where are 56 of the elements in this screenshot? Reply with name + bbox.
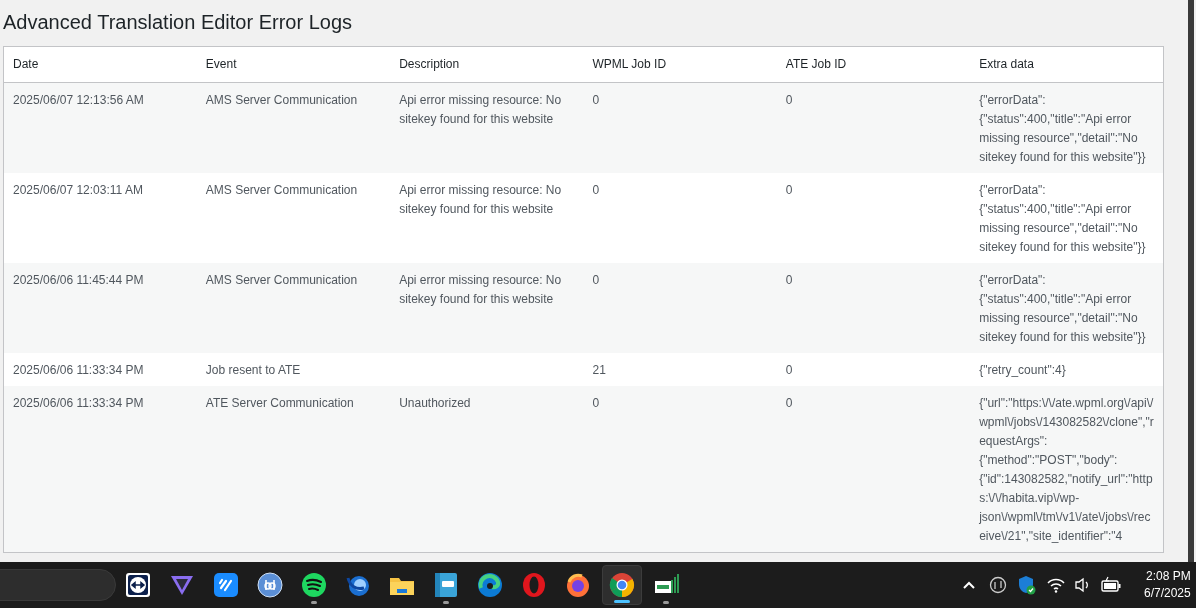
table-cell: {"errorData":{"status":400,"title":"Api error missing resource","detail":"No sitekey found for this website"}} — [970, 82, 1164, 173]
table-cell: 0 — [776, 386, 971, 553]
running-indicator — [614, 600, 630, 603]
table-cell: AMS Server Communication — [196, 263, 391, 353]
slashes-icon[interactable] — [213, 572, 239, 598]
column-header: WPML Job ID — [583, 46, 777, 83]
table-cell: 2025/06/06 11:45:44 PM — [3, 263, 197, 353]
table-cell: AMS Server Communication — [196, 82, 391, 173]
table-cell: {"errorData":{"status":400,"title":"Api error missing resource","detail":"No sitekey found for this website"}} — [970, 173, 1164, 263]
table-cell: 2025/06/07 12:13:56 AM — [3, 82, 197, 173]
scrollbar[interactable] — [1188, 0, 1194, 562]
table-cell: 0 — [583, 263, 777, 353]
column-header: Description — [390, 46, 584, 83]
fox-globe-icon[interactable] — [565, 572, 591, 598]
table-cell: Api error missing resource: No sitekey found for this website — [390, 82, 584, 173]
shield-icon[interactable] — [1016, 574, 1038, 596]
table-cell: 0 — [776, 173, 971, 263]
table-cell: 2025/06/07 12:03:11 AM — [3, 173, 197, 263]
clock-date[interactable]: 6/7/2025 — [1144, 585, 1191, 602]
table-cell: 0 — [583, 82, 777, 173]
search-field[interactable] — [0, 569, 116, 601]
column-header: Extra data — [970, 46, 1164, 83]
table-cell: Job resent to ATE — [196, 353, 391, 386]
notebook-icon[interactable] — [433, 572, 459, 598]
waves-circle-icon[interactable] — [301, 572, 327, 598]
ring-icon[interactable] — [521, 572, 547, 598]
circle-icon[interactable] — [988, 575, 1008, 595]
column-header: Date — [3, 46, 197, 83]
circle-icon[interactable] — [257, 572, 283, 598]
table-cell: Unauthorized — [390, 386, 584, 553]
table-cell: 2025/06/06 11:33:34 PM — [3, 386, 197, 553]
table-cell: Api error missing resource: No sitekey found for this website — [390, 173, 584, 263]
running-indicator — [443, 601, 449, 604]
table-cell: {"errorData":{"status":400,"title":"Api error missing resource","detail":"No sitekey found for this website"}} — [970, 263, 1164, 353]
running-indicator — [311, 601, 317, 604]
table-cell: Api error missing resource: No sitekey found for this website — [390, 263, 584, 353]
table-cell: 2025/06/06 11:33:34 PM — [3, 353, 197, 386]
table-cell: 0 — [583, 386, 777, 553]
running-indicator — [663, 601, 669, 604]
table-cell: 0 — [776, 82, 971, 173]
browser-circle-icon[interactable] — [609, 572, 635, 598]
table-cell: {"retry_count":4} — [970, 353, 1164, 386]
column-header: ATE Job ID — [776, 46, 971, 83]
table-cell: AMS Server Communication — [196, 173, 391, 263]
column-header: Event — [196, 46, 391, 83]
battery-icon[interactable] — [1100, 575, 1122, 595]
table-cell: 0 — [583, 173, 777, 263]
arrows-circle-icon[interactable] — [125, 572, 151, 598]
table-cell: 0 — [776, 263, 971, 353]
table-cell: 21 — [583, 353, 777, 386]
page-title: Advanced Translation Editor Error Logs — [3, 10, 354, 35]
table-cell: ATE Server Communication — [196, 386, 391, 553]
table-cell: {"url":"https:\/\/ate.wpml.org\/api\/wpml\/jobs\/143082582\/clone","requestArgs":{"method":"POST","body":{"id":143082582,"notify_url":"https:\/\/habita.vip\/wp-json\/wpml\/tm\/v1\/ate\/jobs\/receive\/21","site_identifier":"4 — [970, 386, 1164, 553]
clock-time[interactable]: 2:08 PM — [1146, 568, 1191, 585]
table-cell: 0 — [776, 353, 971, 386]
swirl-icon[interactable] — [477, 572, 503, 598]
